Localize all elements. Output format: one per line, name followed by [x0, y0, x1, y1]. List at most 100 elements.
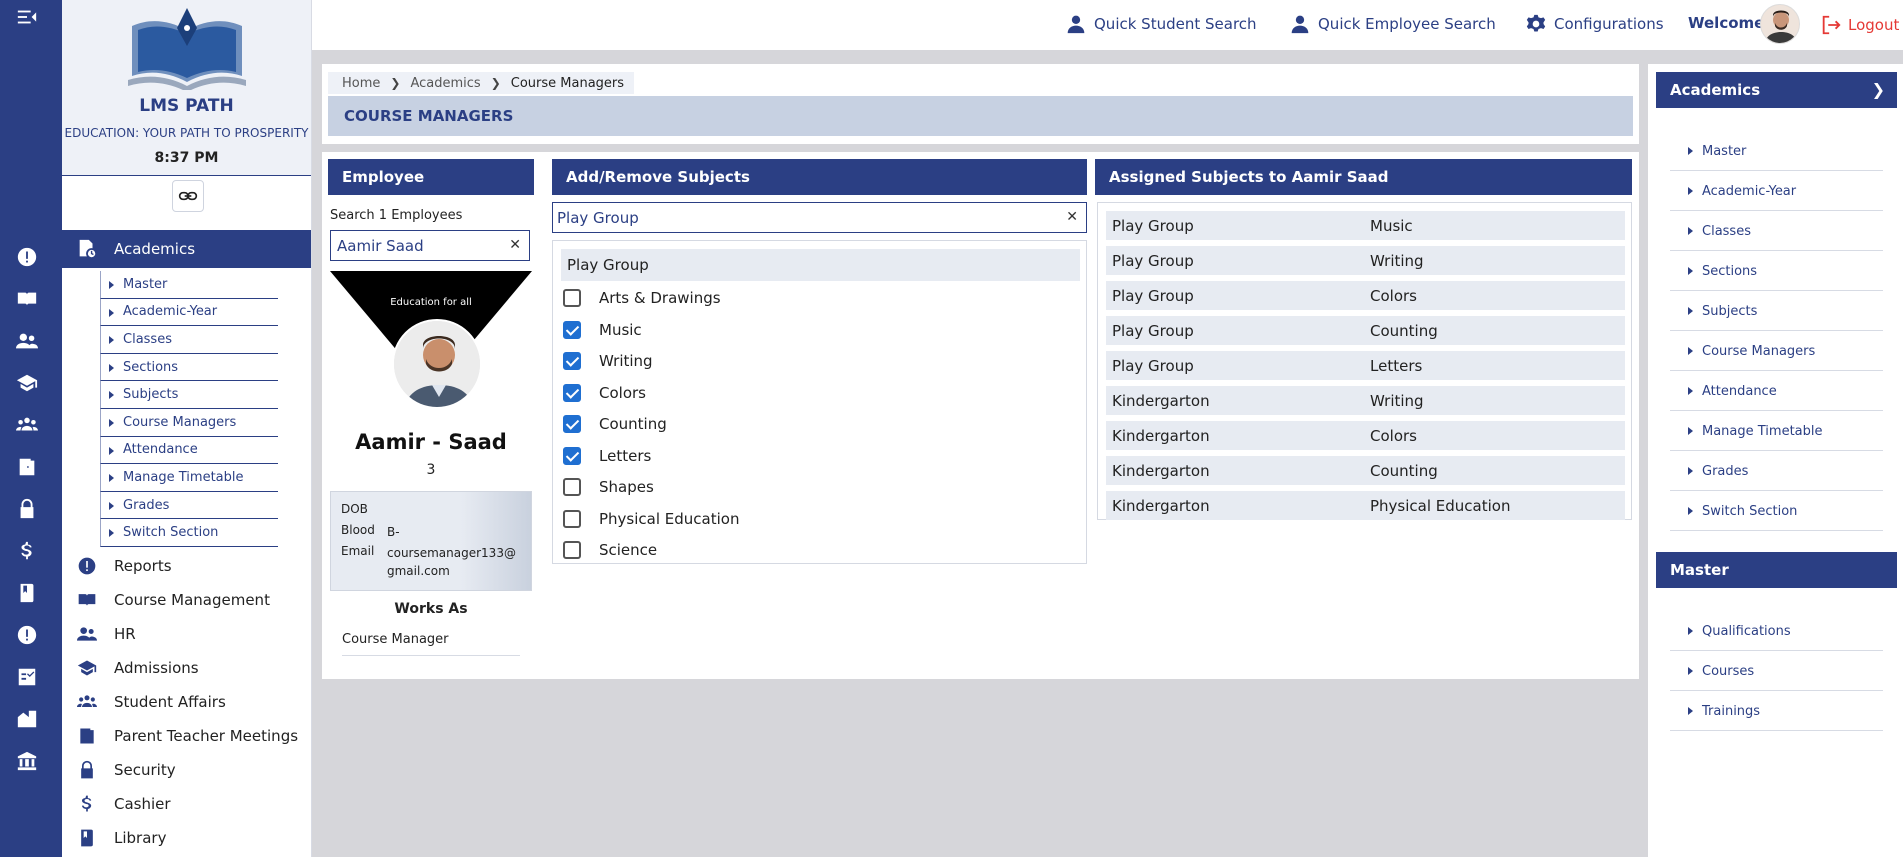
- logout-button[interactable]: Logout: [1820, 14, 1899, 36]
- building-icon[interactable]: [14, 706, 40, 732]
- menu-collapse-icon[interactable]: [14, 4, 40, 30]
- link-button[interactable]: [172, 180, 204, 212]
- subject-checkbox-colors[interactable]: Colors: [563, 382, 646, 404]
- avatar-image: [1761, 5, 1799, 43]
- subject-checkbox-counting[interactable]: Counting: [563, 413, 667, 435]
- people-icon[interactable]: [14, 328, 40, 354]
- right-item-classes[interactable]: Classes: [1670, 212, 1883, 251]
- dollar-icon[interactable]: [14, 538, 40, 564]
- sidebar-subitem-grades[interactable]: Grades: [100, 491, 278, 520]
- book-icon[interactable]: [14, 580, 40, 606]
- right-item-switch-section[interactable]: Switch Section: [1670, 492, 1883, 531]
- avatar[interactable]: [1760, 4, 1800, 44]
- subject-checkbox-letters[interactable]: Letters: [563, 445, 651, 467]
- checkbox[interactable]: [563, 320, 581, 339]
- sidebar-item-label: Security: [114, 761, 176, 779]
- subject-checkbox-music[interactable]: Music: [563, 319, 642, 341]
- book-open-icon: [78, 594, 96, 606]
- right-panel-master-header[interactable]: Master: [1656, 552, 1897, 588]
- assigned-subject: Music: [1370, 216, 1413, 235]
- right-item-attendance[interactable]: Attendance: [1670, 372, 1883, 411]
- door-icon[interactable]: [14, 454, 40, 480]
- right-item-qualifications[interactable]: Qualifications: [1670, 612, 1883, 651]
- sidebar-item-parent-teacher-meetings[interactable]: Parent Teacher Meetings: [62, 719, 311, 753]
- sidebar-item-reports[interactable]: Reports: [62, 549, 311, 583]
- subject-label: Letters: [599, 446, 652, 465]
- alert-icon-2[interactable]: [14, 622, 40, 648]
- class-select[interactable]: Play Group ✕: [552, 202, 1087, 233]
- sidebar-subitem-academic-year[interactable]: Academic-Year: [100, 298, 278, 327]
- sidebar-item-cashier[interactable]: Cashier: [62, 787, 311, 821]
- checkbox[interactable]: [563, 383, 581, 402]
- sidebar-subitem-attendance[interactable]: Attendance: [100, 436, 278, 465]
- employee-search-input[interactable]: Aamir Saad ✕: [330, 230, 530, 261]
- subject-label: Shapes: [599, 478, 654, 496]
- alert-icon[interactable]: [14, 244, 40, 270]
- sidebar-subitem-master[interactable]: Master: [100, 271, 278, 299]
- sidebar-item-security[interactable]: Security: [62, 753, 311, 787]
- bank-icon[interactable]: [14, 748, 40, 774]
- subject-checkbox-writing[interactable]: Writing: [563, 350, 653, 372]
- right-panel-header-label: Academics: [1670, 81, 1761, 99]
- right-panel: Academics ❯ Master Academic-Year Classes…: [1648, 64, 1903, 857]
- sidebar-item-course-management[interactable]: Course Management: [62, 583, 311, 617]
- sidebar-item-student-affairs[interactable]: Student Affairs: [62, 685, 311, 719]
- assigned-subject: Writing: [1370, 251, 1424, 270]
- checkbox[interactable]: [563, 509, 581, 528]
- configurations-link[interactable]: Configurations: [1526, 14, 1664, 34]
- checkbox[interactable]: [563, 478, 581, 496]
- breadcrumb-academics[interactable]: Academics: [410, 76, 480, 91]
- blood-value: B-: [387, 525, 400, 539]
- assigned-class: Play Group: [1112, 321, 1194, 340]
- sidebar-subitem-classes[interactable]: Classes: [100, 326, 278, 354]
- checkbox[interactable]: [563, 446, 581, 465]
- right-item-master[interactable]: Master: [1670, 132, 1883, 171]
- logout-label: Logout: [1848, 16, 1900, 34]
- sidebar-section-academics[interactable]: Academics: [62, 230, 311, 268]
- right-item-trainings[interactable]: Trainings: [1670, 692, 1883, 731]
- top-bar: Quick Student Search Quick Employee Sear…: [312, 0, 1903, 50]
- checkbox[interactable]: [563, 352, 581, 370]
- checkbox[interactable]: [563, 415, 581, 433]
- breadcrumb-home[interactable]: Home: [342, 76, 380, 91]
- checklist-icon[interactable]: [14, 664, 40, 690]
- subject-label: Colors: [599, 383, 646, 402]
- clock: 8:37 PM: [154, 150, 219, 166]
- sidebar-subitem-manage-timetable[interactable]: Manage Timetable: [100, 464, 278, 492]
- breadcrumb-panel: Home ❯ Academics ❯ Course Managers COURS…: [322, 64, 1639, 144]
- sidebar-subitem-switch-section[interactable]: Switch Section: [100, 519, 278, 547]
- sidebar-item-library[interactable]: Library: [62, 821, 311, 855]
- quick-student-search-link[interactable]: Quick Student Search: [1066, 14, 1257, 34]
- sidebar-subitem-course-managers[interactable]: Course Managers: [100, 408, 278, 437]
- subject-label: Counting: [599, 415, 667, 433]
- right-item-course-managers[interactable]: Course Managers: [1670, 332, 1883, 371]
- right-panel-academics-header[interactable]: Academics ❯: [1656, 72, 1897, 108]
- right-item-manage-timetable[interactable]: Manage Timetable: [1670, 412, 1883, 451]
- sidebar-item-hr[interactable]: HR: [62, 617, 311, 651]
- sidebar-submenu: Master Academic-Year Classes Sections Su…: [100, 271, 278, 547]
- right-item-academic-year[interactable]: Academic-Year: [1670, 172, 1883, 211]
- subject-checkbox-shapes[interactable]: Shapes: [563, 476, 654, 498]
- chevron-right-icon[interactable]: ❯: [1872, 80, 1885, 99]
- graduation-cap-icon[interactable]: [14, 370, 40, 396]
- checkbox[interactable]: [563, 541, 581, 559]
- right-item-courses[interactable]: Courses: [1670, 652, 1883, 691]
- chevron-right-icon: ❯: [390, 76, 401, 90]
- book-open-icon[interactable]: [14, 286, 40, 312]
- clear-icon[interactable]: ✕: [509, 237, 521, 253]
- sidebar-item-admissions[interactable]: Admissions: [62, 651, 311, 685]
- subject-checkbox-science[interactable]: Science: [563, 539, 657, 561]
- right-item-grades[interactable]: Grades: [1670, 452, 1883, 491]
- sidebar-subitem-subjects[interactable]: Subjects: [100, 381, 278, 409]
- lock-icon[interactable]: [14, 496, 40, 522]
- subject-checkbox-arts-drawings[interactable]: Arts & Drawings: [563, 287, 721, 309]
- clear-icon[interactable]: ✕: [1066, 209, 1078, 225]
- quick-employee-search-link[interactable]: Quick Employee Search: [1290, 14, 1496, 34]
- right-item-sections[interactable]: Sections: [1670, 252, 1883, 291]
- right-item-subjects[interactable]: Subjects: [1670, 292, 1883, 331]
- group-icon[interactable]: [14, 412, 40, 438]
- subject-checkbox-physical-education[interactable]: Physical Education: [563, 508, 739, 530]
- sidebar-subitem-sections[interactable]: Sections: [100, 353, 278, 382]
- checkbox[interactable]: [563, 289, 581, 307]
- employee-info-box: DOB Blood B- Email coursemanager133@ gmail…: [330, 491, 532, 591]
